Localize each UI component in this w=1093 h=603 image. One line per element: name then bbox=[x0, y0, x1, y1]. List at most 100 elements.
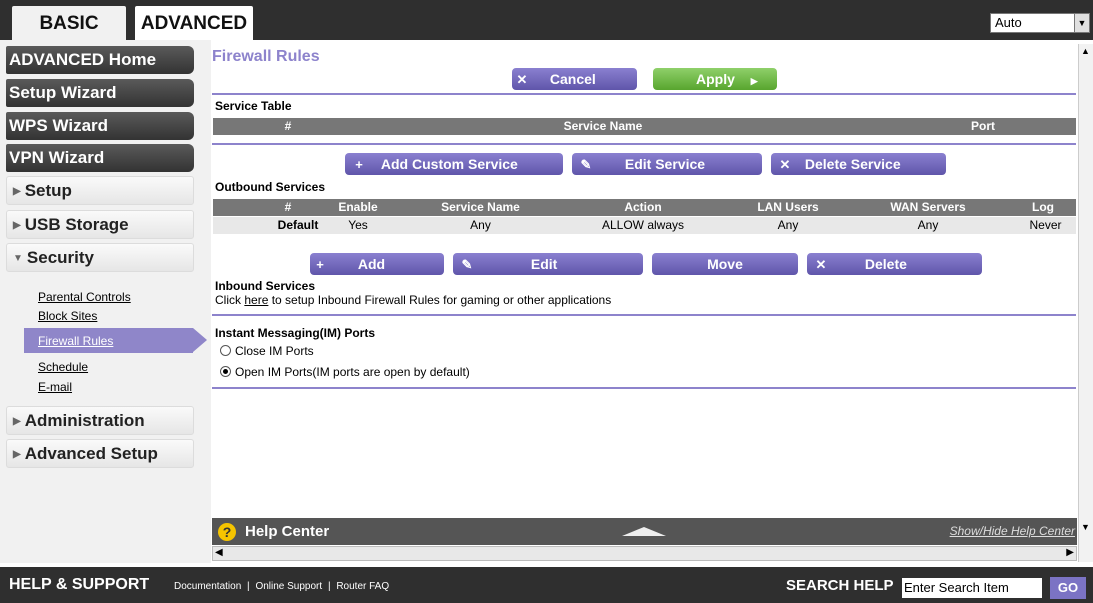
footer: HELP & SUPPORT Documentation | Online Su… bbox=[0, 567, 1093, 603]
divider bbox=[212, 93, 1076, 95]
cancel-button[interactable]: ✕ Cancel bbox=[512, 68, 637, 90]
inbound-services-title: Inbound Services bbox=[215, 279, 316, 293]
add-rule-button[interactable]: + Add bbox=[310, 253, 444, 275]
scroll-down-icon[interactable]: ▼ bbox=[1081, 522, 1090, 532]
table-cell: Default bbox=[277, 218, 319, 232]
chevron-right-icon: ▶ bbox=[13, 186, 21, 197]
sidebar-item-setup[interactable]: ▶ Setup bbox=[6, 176, 194, 205]
sidebar-item-advanced-setup[interactable]: ▶ Advanced Setup bbox=[6, 439, 194, 468]
chevron-right-icon: ▶ bbox=[13, 220, 21, 231]
delete-service-button[interactable]: ✕ Delete Service bbox=[771, 153, 946, 175]
help-center-bar: ? Help Center Show/Hide Help Center bbox=[212, 518, 1077, 545]
footer-title: HELP & SUPPORT bbox=[9, 576, 150, 593]
chevron-right-icon: ▶ bbox=[13, 416, 21, 427]
sidebar-link-block-sites[interactable]: Block Sites bbox=[38, 309, 97, 323]
apply-label: Apply bbox=[696, 71, 735, 87]
radio-button[interactable] bbox=[220, 345, 231, 356]
close-im-ports-option[interactable]: Close IM Ports bbox=[220, 344, 314, 358]
show-hide-help-link[interactable]: Show/Hide Help Center bbox=[950, 524, 1075, 538]
outbound-table-header: # Enable Service Name Action LAN Users W… bbox=[213, 199, 1076, 216]
pencil-icon: ✎ bbox=[461, 257, 473, 272]
button-label: Add bbox=[357, 256, 386, 272]
tab-advanced[interactable]: ADVANCED bbox=[135, 6, 253, 40]
move-rule-button[interactable]: Move bbox=[652, 253, 798, 275]
service-table-title: Service Table bbox=[215, 99, 292, 113]
table-cell: Never bbox=[1029, 218, 1062, 232]
chevron-down-icon: ▼ bbox=[13, 253, 23, 264]
col-header: # bbox=[284, 119, 292, 133]
col-header: Enable bbox=[338, 200, 378, 214]
horizontal-scrollbar[interactable]: ◀ ▶ bbox=[212, 546, 1077, 561]
inbound-setup-link[interactable]: here bbox=[244, 293, 268, 307]
close-icon: ✕ bbox=[815, 257, 827, 272]
top-tab-bar: BASIC ADVANCED Auto ▼ bbox=[0, 0, 1093, 40]
col-header: Port bbox=[971, 119, 995, 133]
chevron-down-icon[interactable]: ▼ bbox=[1074, 14, 1089, 32]
button-label: Move bbox=[707, 256, 743, 272]
sidebar-item-usb-storage[interactable]: ▶ USB Storage bbox=[6, 210, 194, 239]
radio-button-selected[interactable] bbox=[220, 366, 231, 377]
sidebar-item-label: Security bbox=[26, 248, 94, 267]
sidebar-advanced-home[interactable]: ADVANCED Home bbox=[6, 46, 194, 74]
sidebar-link-email[interactable]: E-mail bbox=[38, 380, 72, 394]
sidebar-item-administration[interactable]: ▶ Administration bbox=[6, 406, 194, 435]
outbound-services-title: Outbound Services bbox=[215, 180, 326, 194]
plus-icon: + bbox=[355, 157, 363, 172]
table-row[interactable]: Default Yes Any ALLOW always Any Any Nev… bbox=[213, 217, 1076, 234]
sidebar-vpn-wizard[interactable]: VPN Wizard bbox=[6, 144, 194, 172]
col-header: LAN Users bbox=[757, 200, 819, 214]
text: Click bbox=[215, 293, 245, 307]
search-help-label: SEARCH HELP bbox=[786, 577, 894, 594]
table-cell: Any bbox=[777, 218, 799, 232]
radio-label: Close IM Ports bbox=[235, 344, 314, 358]
chevron-right-icon: ▶ bbox=[13, 449, 21, 460]
tab-basic[interactable]: BASIC bbox=[12, 6, 126, 40]
language-select[interactable]: Auto ▼ bbox=[990, 13, 1090, 33]
divider bbox=[212, 143, 1076, 145]
col-header: Action bbox=[624, 200, 662, 214]
table-cell: ALLOW always bbox=[601, 218, 685, 232]
go-button[interactable]: GO bbox=[1050, 577, 1086, 599]
sidebar-item-label: Setup bbox=[24, 181, 72, 200]
expand-up-icon[interactable] bbox=[622, 527, 666, 536]
sidebar-wps-wizard[interactable]: WPS Wizard bbox=[6, 112, 194, 140]
sidebar-item-label: USB Storage bbox=[24, 215, 129, 234]
button-label: Delete Service bbox=[804, 156, 901, 172]
sidebar-link-firewall-rules[interactable]: Firewall Rules bbox=[38, 334, 113, 348]
divider bbox=[212, 387, 1076, 389]
table-cell: Yes bbox=[348, 218, 368, 232]
edit-rule-button[interactable]: ✎ Edit bbox=[453, 253, 643, 275]
sidebar-item-security[interactable]: ▼ Security bbox=[6, 243, 194, 272]
separator: | bbox=[327, 581, 331, 592]
inbound-services-text: Click here to setup Inbound Firewall Rul… bbox=[215, 293, 611, 307]
button-label: Edit bbox=[530, 256, 558, 272]
online-support-link[interactable]: Online Support bbox=[255, 581, 322, 592]
col-header: Service Name bbox=[441, 200, 520, 214]
language-select-value: Auto bbox=[995, 15, 1022, 30]
scroll-left-icon[interactable]: ◀ bbox=[215, 547, 223, 558]
help-center-title: Help Center bbox=[245, 523, 330, 540]
sidebar-item-label: Advanced Setup bbox=[24, 444, 158, 463]
open-im-ports-option[interactable]: Open IM Ports(IM ports are open by defau… bbox=[220, 365, 470, 379]
scroll-up-icon[interactable]: ▲ bbox=[1081, 46, 1090, 56]
col-header: # bbox=[284, 200, 292, 214]
scroll-right-icon[interactable]: ▶ bbox=[1066, 547, 1074, 558]
delete-rule-button[interactable]: ✕ Delete bbox=[807, 253, 982, 275]
sidebar-link-schedule[interactable]: Schedule bbox=[38, 360, 88, 374]
add-custom-service-button[interactable]: + Add Custom Service bbox=[345, 153, 563, 175]
cancel-label: Cancel bbox=[549, 71, 596, 87]
edit-service-button[interactable]: ✎ Edit Service bbox=[572, 153, 762, 175]
radio-label: Open IM Ports(IM ports are open by defau… bbox=[235, 365, 470, 379]
im-ports-title: Instant Messaging(IM) Ports bbox=[215, 326, 376, 340]
apply-button[interactable]: Apply ▶ bbox=[653, 68, 777, 90]
search-input[interactable]: Enter Search Item bbox=[902, 578, 1042, 598]
sidebar-link-parental-controls[interactable]: Parental Controls bbox=[38, 290, 131, 304]
router-faq-link[interactable]: Router FAQ bbox=[336, 581, 389, 592]
sidebar-setup-wizard[interactable]: Setup Wizard bbox=[6, 79, 194, 107]
documentation-link[interactable]: Documentation bbox=[174, 581, 241, 592]
footer-links: Documentation | Online Support | Router … bbox=[174, 581, 389, 592]
divider bbox=[212, 314, 1076, 316]
vertical-scrollbar[interactable]: ▲ ▼ bbox=[1078, 44, 1093, 562]
text: to setup Inbound Firewall Rules for gami… bbox=[268, 293, 612, 307]
pencil-icon: ✎ bbox=[580, 157, 592, 172]
